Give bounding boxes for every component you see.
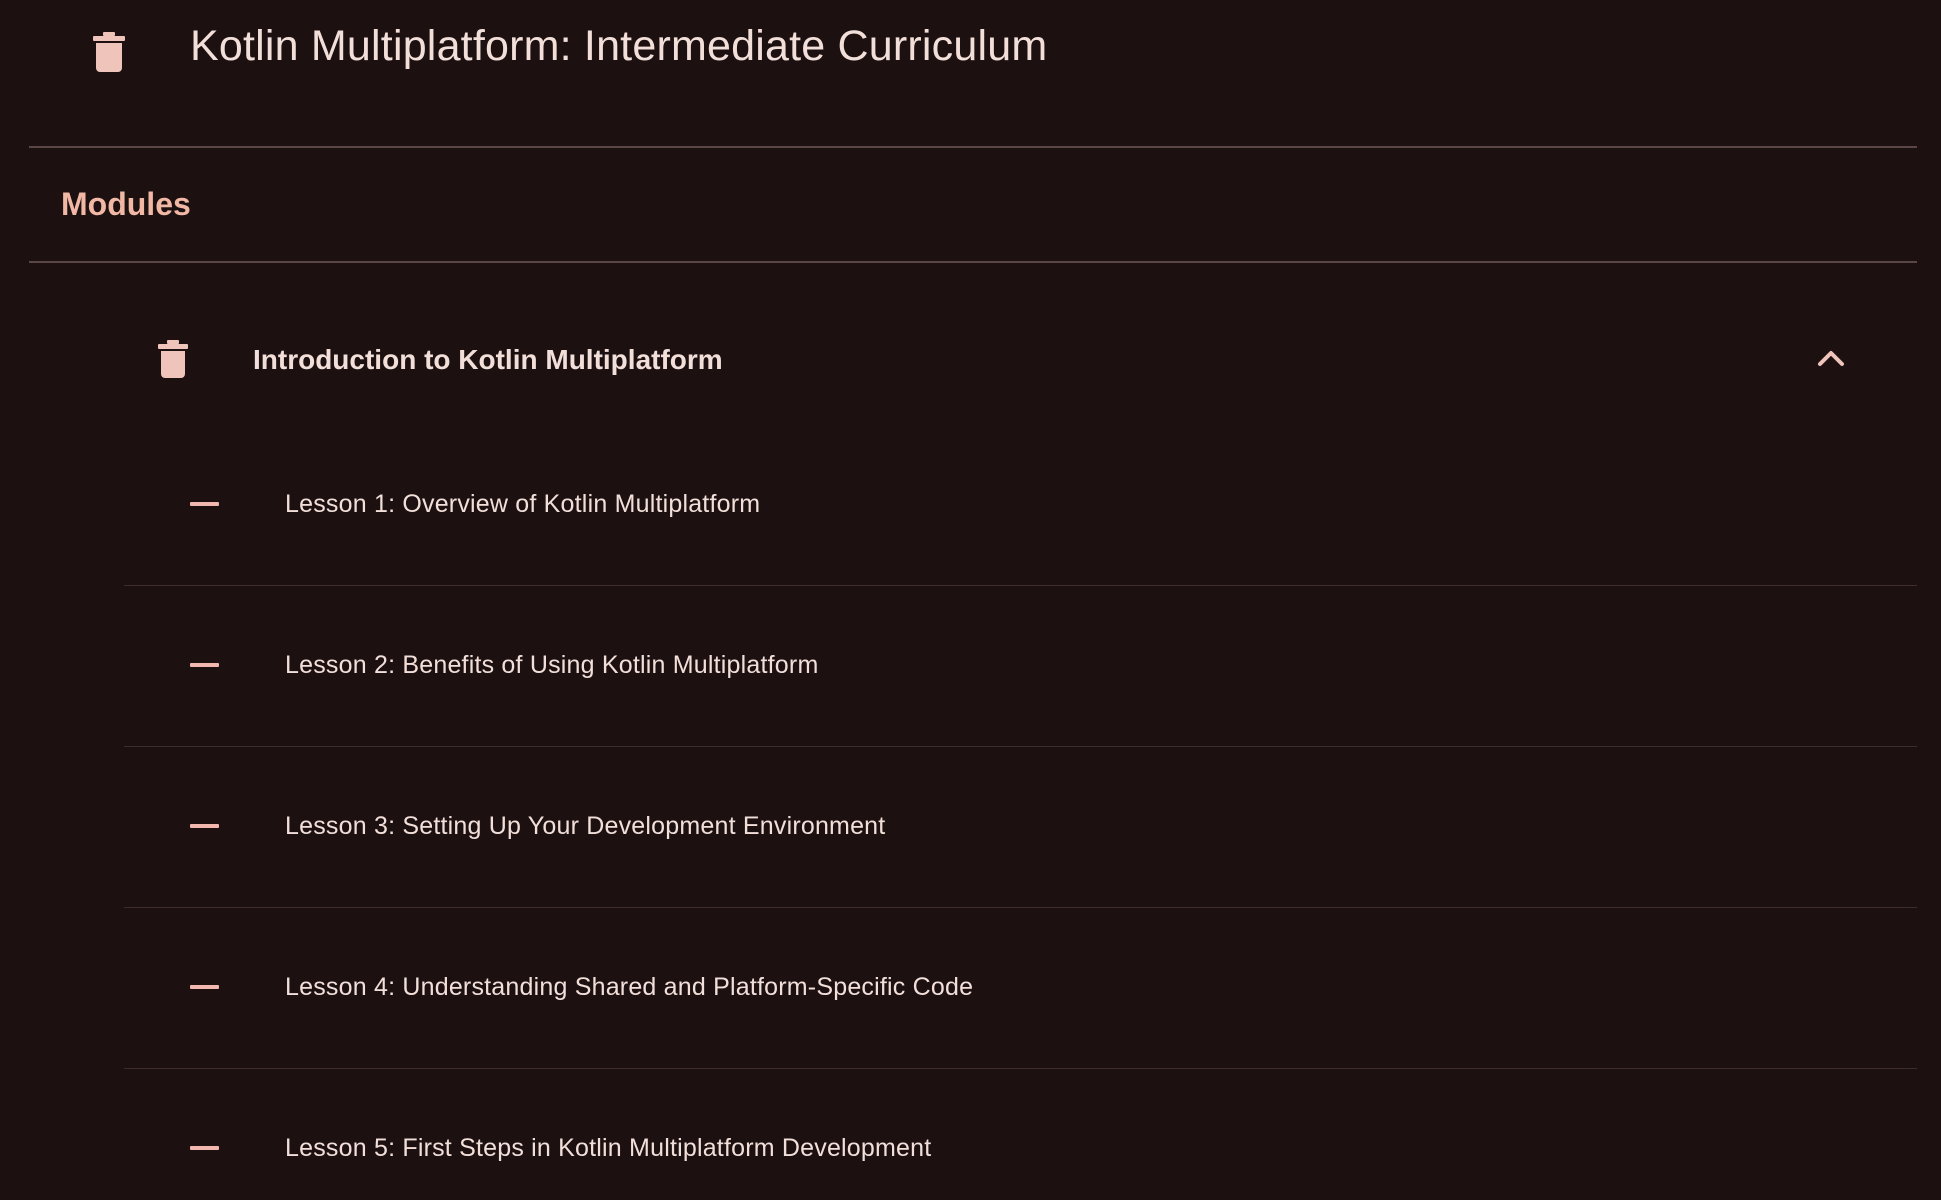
minus-icon: [190, 502, 219, 506]
list-item[interactable]: Lesson 5: First Steps in Kotlin Multipla…: [124, 1069, 1917, 1200]
trash-icon[interactable]: [93, 32, 125, 72]
lesson-label: Lesson 1: Overview of Kotlin Multiplatfo…: [285, 490, 761, 518]
lesson-label: Lesson 4: Understanding Shared and Platf…: [285, 973, 974, 1001]
minus-icon: [190, 1146, 219, 1150]
module-title: Introduction to Kotlin Multiplatform: [253, 344, 723, 375]
list-item[interactable]: Lesson 3: Setting Up Your Development En…: [124, 747, 1917, 908]
lesson-label: Lesson 3: Setting Up Your Development En…: [285, 812, 886, 840]
page-header: Kotlin Multiplatform: Intermediate Curri…: [0, 0, 1941, 146]
chevron-up-icon[interactable]: [1814, 344, 1848, 372]
curriculum-page: Kotlin Multiplatform: Intermediate Curri…: [0, 0, 1941, 1200]
list-item[interactable]: Lesson 4: Understanding Shared and Platf…: [124, 908, 1917, 1069]
section-label-modules: Modules: [61, 186, 191, 222]
minus-icon: [190, 663, 219, 667]
list-item[interactable]: Lesson 2: Benefits of Using Kotlin Multi…: [124, 586, 1917, 747]
minus-icon: [190, 985, 219, 989]
trash-icon[interactable]: [158, 340, 188, 378]
lesson-label: Lesson 2: Benefits of Using Kotlin Multi…: [285, 651, 819, 679]
page-title: Kotlin Multiplatform: Intermediate Curri…: [190, 22, 1048, 70]
lesson-label: Lesson 5: First Steps in Kotlin Multipla…: [285, 1134, 932, 1162]
list-item[interactable]: Lesson 1: Overview of Kotlin Multiplatfo…: [124, 425, 1917, 586]
header-divider: [29, 146, 1917, 148]
module-header[interactable]: Introduction to Kotlin Multiplatform: [124, 300, 1917, 420]
lesson-list: Lesson 1: Overview of Kotlin Multiplatfo…: [124, 425, 1917, 1200]
section-divider: [29, 261, 1917, 263]
minus-icon: [190, 824, 219, 828]
